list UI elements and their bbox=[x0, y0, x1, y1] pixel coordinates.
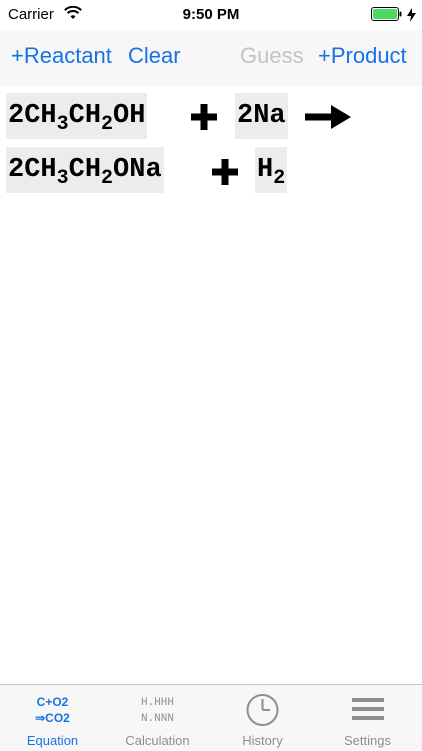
tab-calculation[interactable]: H.HHH N.NNN Calculation bbox=[105, 685, 210, 751]
battery-icon bbox=[371, 7, 402, 21]
formula-part: ONa bbox=[113, 155, 162, 185]
formula-part: CH bbox=[68, 101, 102, 131]
formula-part: CH bbox=[24, 101, 57, 131]
status-bar: Carrier 9:50 PM bbox=[0, 0, 422, 30]
tab-settings[interactable]: Settings bbox=[315, 685, 420, 751]
coefficient: 2 bbox=[237, 101, 254, 131]
formula-part: OH bbox=[113, 101, 146, 131]
add-reactant-button[interactable]: +Reactant bbox=[11, 43, 112, 69]
tab-label: Equation bbox=[26, 733, 79, 748]
charging-icon bbox=[407, 8, 416, 22]
product-term[interactable]: 2CH3CH2ONa bbox=[6, 147, 164, 193]
add-product-button[interactable]: +Product bbox=[318, 43, 407, 69]
toolbar: +Reactant Clear Guess +Product bbox=[0, 30, 422, 86]
tab-label: Settings bbox=[344, 733, 391, 748]
formula-subscript: 2 bbox=[101, 167, 114, 190]
calculation-icon-line: H.HHH bbox=[140, 697, 174, 709]
plus-icon bbox=[191, 104, 217, 130]
tab-equation[interactable]: C+O2 ⇒CO2 Equation bbox=[0, 685, 105, 751]
plus-icon bbox=[212, 159, 238, 185]
arrow-icon bbox=[305, 105, 351, 129]
formula-subscript: 3 bbox=[56, 167, 69, 190]
calculation-icon: H.HHH N.NNN bbox=[105, 691, 210, 727]
equation-icon-line: C+O2 bbox=[36, 695, 69, 709]
reactant-term[interactable]: 2Na bbox=[235, 93, 288, 139]
equation-icon: C+O2 ⇒CO2 bbox=[0, 691, 105, 727]
tab-bar: C+O2 ⇒CO2 Equation H.HHH N.NNN Calculati… bbox=[0, 684, 422, 751]
formula-part: H bbox=[257, 155, 274, 185]
tab-history[interactable]: History bbox=[210, 685, 315, 751]
formula-subscript: 3 bbox=[56, 113, 69, 136]
clock-icon bbox=[246, 694, 279, 726]
formula-part: CH bbox=[68, 155, 102, 185]
tab-label: Calculation bbox=[125, 733, 190, 748]
guess-button[interactable]: Guess bbox=[240, 43, 304, 69]
calculation-icon-line: N.NNN bbox=[140, 713, 174, 725]
equation-icon-line: ⇒CO2 bbox=[35, 711, 70, 725]
clear-button[interactable]: Clear bbox=[128, 43, 181, 69]
product-term[interactable]: H2 bbox=[255, 147, 288, 193]
reactant-term[interactable]: 2CH3CH2OH bbox=[6, 93, 148, 139]
formula-subscript: 2 bbox=[101, 113, 114, 136]
coefficient: 2 bbox=[8, 155, 25, 185]
status-time: 9:50 PM bbox=[182, 6, 240, 23]
formula-subscript: 2 bbox=[273, 167, 286, 190]
tab-label: History bbox=[242, 733, 283, 748]
coefficient: 2 bbox=[8, 101, 25, 131]
formula-part: CH bbox=[24, 155, 57, 185]
formula-part: Na bbox=[253, 101, 286, 131]
menu-icon bbox=[352, 698, 384, 720]
